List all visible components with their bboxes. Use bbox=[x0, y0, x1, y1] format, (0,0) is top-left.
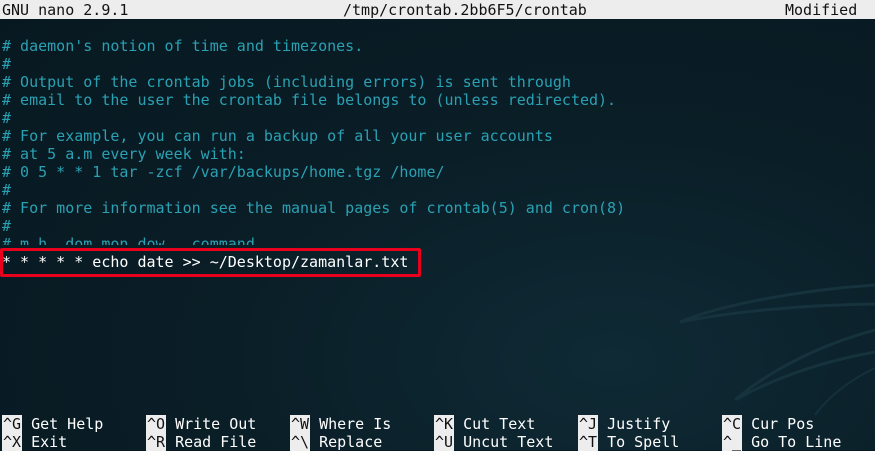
shortcut-key: ^O bbox=[146, 415, 167, 433]
editor-line[interactable]: # bbox=[0, 55, 875, 73]
shortcut-label: To Spell bbox=[607, 433, 680, 451]
shortcut-where-is[interactable]: ^W Where Is bbox=[290, 415, 391, 433]
shortcut-exit[interactable]: ^X Exit bbox=[2, 433, 67, 451]
shortcut-label: Read File bbox=[175, 433, 257, 451]
editor-line[interactable]: # For example, you can run a backup of a… bbox=[0, 127, 875, 145]
shortcut-go-to-line[interactable]: ^_ Go To Line bbox=[722, 433, 841, 451]
shortcut-key: ^K bbox=[434, 415, 455, 433]
shortcut-uncut-text[interactable]: ^U Uncut Text bbox=[434, 433, 553, 451]
shortcut-label: Uncut Text bbox=[463, 433, 554, 451]
editor-text-area[interactable]: # daemon's notion of time and timezones.… bbox=[0, 37, 875, 271]
shortcut-key: ^W bbox=[290, 415, 311, 433]
shortcut-bar: ^G Get Help ^O Write Out ^W Where Is ^K Cut … bbox=[0, 415, 875, 451]
shortcut-label: Cur Pos bbox=[751, 415, 815, 433]
editor-line[interactable]: # m h dom mon dow command bbox=[0, 235, 875, 245]
modified-status-label: Modified bbox=[785, 1, 858, 19]
shortcut-get-help[interactable]: ^G Get Help bbox=[2, 415, 103, 433]
shortcut-key: ^T bbox=[578, 433, 599, 451]
shortcut-write-out[interactable]: ^O Write Out bbox=[146, 415, 256, 433]
shortcut-row: ^X Exit ^R Read File ^\ Replace ^U Uncut Tex… bbox=[0, 433, 875, 451]
shortcut-key: ^G bbox=[2, 415, 23, 433]
editor-line[interactable]: # Output of the crontab jobs (including … bbox=[0, 73, 875, 91]
shortcut-justify[interactable]: ^J Justify bbox=[578, 415, 670, 433]
shortcut-key: ^_ bbox=[722, 433, 743, 451]
shortcut-label: Justify bbox=[607, 415, 671, 433]
shortcut-row: ^G Get Help ^O Write Out ^W Where Is ^K Cut … bbox=[0, 415, 875, 433]
shortcut-label: Write Out bbox=[175, 415, 257, 433]
shortcut-label: Get Help bbox=[31, 415, 104, 433]
editor-line[interactable]: # at 5 a.m every week with: bbox=[0, 145, 875, 163]
editor-line[interactable]: # email to the user the crontab file bel… bbox=[0, 91, 875, 109]
shortcut-to-spell[interactable]: ^T To Spell bbox=[578, 433, 679, 451]
shortcut-cut-text[interactable]: ^K Cut Text bbox=[434, 415, 535, 433]
editor-line[interactable]: # bbox=[0, 217, 875, 235]
shortcut-key: ^R bbox=[146, 433, 167, 451]
editor-line[interactable]: # For more information see the manual pa… bbox=[0, 199, 875, 217]
editor-line[interactable]: # bbox=[0, 109, 875, 127]
shortcut-replace[interactable]: ^\ Replace bbox=[290, 433, 382, 451]
file-path-label: /tmp/crontab.2bb6F5/crontab bbox=[343, 1, 587, 19]
shortcut-label: Replace bbox=[319, 433, 383, 451]
shortcut-key: ^X bbox=[2, 433, 23, 451]
editor-line[interactable]: # daemon's notion of time and timezones. bbox=[0, 37, 875, 55]
shortcut-key: ^C bbox=[722, 415, 743, 433]
cron-job-highlight bbox=[0, 248, 421, 277]
nano-title-bar: GNU nano 2.9.1 /tmp/crontab.2bb6F5/cront… bbox=[0, 0, 875, 19]
shortcut-key: ^U bbox=[434, 433, 455, 451]
shortcut-key: ^J bbox=[578, 415, 599, 433]
shortcut-label: Cut Text bbox=[463, 415, 536, 433]
editor-line[interactable]: # 0 5 * * 1 tar -zcf /var/backups/home.t… bbox=[0, 163, 875, 181]
shortcut-label: Where Is bbox=[319, 415, 392, 433]
editor-line[interactable]: # bbox=[0, 181, 875, 199]
shortcut-key: ^\ bbox=[290, 433, 311, 451]
shortcut-label: Exit bbox=[31, 433, 68, 451]
shortcut-read-file[interactable]: ^R Read File bbox=[146, 433, 256, 451]
shortcut-cur-pos[interactable]: ^C Cur Pos bbox=[722, 415, 814, 433]
app-version-label: GNU nano 2.9.1 bbox=[2, 1, 129, 19]
shortcut-label: Go To Line bbox=[751, 433, 842, 451]
